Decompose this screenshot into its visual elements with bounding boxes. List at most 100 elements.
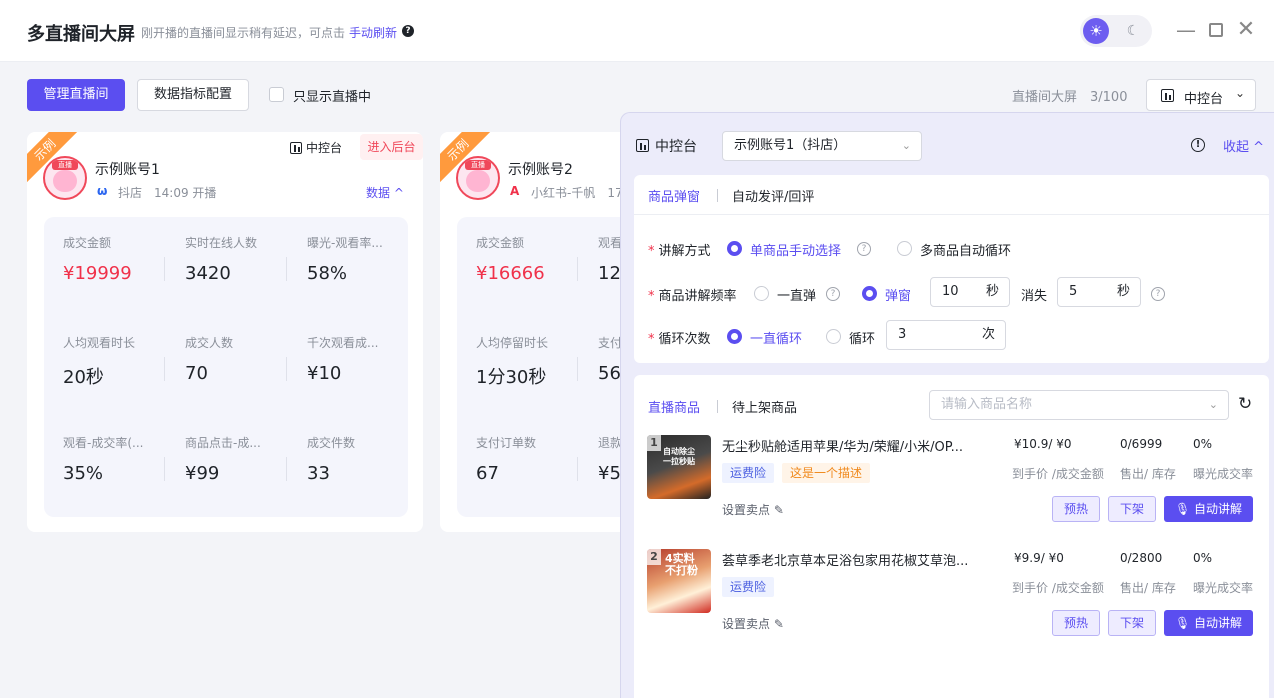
- info-icon[interactable]: !: [1191, 138, 1205, 152]
- page-title: 多直播间大屏: [27, 24, 135, 45]
- refresh-icon[interactable]: ↻: [1238, 395, 1252, 413]
- enter-backend-button[interactable]: 进入后台: [360, 134, 423, 160]
- metric: 实时在线人数 3420: [185, 236, 258, 284]
- card-control-console[interactable]: 中控台: [290, 139, 342, 156]
- loop-count-input[interactable]: 3次: [886, 320, 1006, 350]
- rate-value: 0%: [1193, 437, 1213, 451]
- rate-label: 曝光成交率: [1193, 467, 1254, 481]
- radio-always-popup[interactable]: [754, 286, 769, 301]
- auto-explain-button[interactable]: 🎙 自动讲解: [1164, 610, 1253, 636]
- warmup-button[interactable]: 预热: [1052, 610, 1100, 636]
- radio-loop-forever[interactable]: [727, 329, 742, 344]
- help-icon[interactable]: ?: [402, 25, 414, 37]
- price-value: ¥10.9/ ¥0: [1014, 437, 1072, 451]
- radio-multi-auto-label[interactable]: 多商品自动循环: [920, 240, 1011, 259]
- metric: 成交金额 ¥16666: [476, 236, 545, 284]
- tag-description: 这是一个描述: [782, 463, 871, 483]
- radio-always-popup-label[interactable]: 一直弹: [777, 285, 816, 304]
- metric: 成交金额 ¥19999: [63, 236, 132, 284]
- rate-label: 曝光成交率: [1193, 581, 1254, 595]
- control-console-select[interactable]: 中控台 ⌄: [1146, 79, 1256, 111]
- rate-value: 0%: [1193, 551, 1213, 565]
- product-thumbnail[interactable]: 1 自动除尘 一拉秒贴: [647, 435, 711, 499]
- radio-multi-auto[interactable]: [897, 241, 912, 256]
- offshelf-button[interactable]: 下架: [1108, 610, 1156, 636]
- metrics-panel: 成交金额 ¥19999 实时在线人数 3420 曝光-观看率... 58% 人均…: [44, 217, 408, 517]
- product-thumbnail[interactable]: 2 4实料 不打粉: [647, 549, 711, 613]
- xiaohongshu-icon: A: [510, 184, 520, 198]
- sales-label: 售出/ 库存: [1120, 467, 1176, 481]
- screen-count: 直播间大屏 3/100: [1012, 90, 1128, 105]
- metric: 人均观看时长 20秒: [63, 336, 136, 388]
- control-console-label: 中控台: [1184, 92, 1224, 107]
- only-live-checkbox[interactable]: [269, 87, 284, 102]
- console-icon: [1161, 89, 1174, 102]
- popup-seconds-input[interactable]: 10 秒: [930, 277, 1010, 307]
- control-console-panel: 中控台 示例账号1（抖店） ⌄ ! 收起 ^ 商品弹窗 自动发评/回评 * 讲解方…: [620, 112, 1274, 698]
- tag-freight-insurance: 运费险: [722, 463, 775, 483]
- maximize-icon[interactable]: [1206, 20, 1226, 40]
- loop-count-label: * 循环次数: [648, 332, 711, 347]
- radio-popup-label[interactable]: 弹窗: [885, 285, 911, 304]
- avatar: 直播: [456, 156, 500, 200]
- product-search-input[interactable]: 请输入商品名称 ⌄: [929, 390, 1229, 420]
- platform-info: 小红书-千帆 17: [531, 186, 623, 200]
- set-selling-point-button[interactable]: 设置卖点 ✎: [722, 615, 784, 632]
- sun-icon[interactable]: ☀: [1083, 18, 1109, 44]
- tab-auto-comment[interactable]: 自动发评/回评: [732, 186, 814, 205]
- metric: 成交人数 70: [185, 336, 234, 384]
- product-row: 1 自动除尘 一拉秒贴 无尘秒贴舱适用苹果/华为/荣耀/小米/OP... 运费险…: [634, 429, 1269, 539]
- account-select[interactable]: 示例账号1（抖店） ⌄: [722, 131, 922, 161]
- set-selling-point-button[interactable]: 设置卖点 ✎: [722, 501, 784, 518]
- data-toggle[interactable]: 数据 ^: [366, 184, 404, 201]
- tab-bar: 商品弹窗 自动发评/回评: [634, 175, 1269, 215]
- warmup-button[interactable]: 预热: [1052, 496, 1100, 522]
- question-icon[interactable]: ?: [826, 287, 840, 301]
- sales-value: 0/2800: [1120, 551, 1163, 565]
- account-name: 示例账号2: [508, 162, 573, 178]
- radio-single-manual-label[interactable]: 单商品手动选择: [750, 240, 841, 259]
- metric: 支付订单数 67: [476, 436, 537, 484]
- product-title: 无尘秒贴舱适用苹果/华为/荣耀/小米/OP...: [722, 440, 963, 455]
- metric: 成交件数 33: [307, 436, 356, 484]
- sales-label: 售出/ 库存: [1120, 581, 1176, 595]
- vanish-seconds-input[interactable]: 5秒: [1057, 277, 1141, 307]
- chevron-down-icon: ⌄: [901, 139, 911, 152]
- console-icon: [636, 139, 649, 152]
- offshelf-button[interactable]: 下架: [1108, 496, 1156, 522]
- tag-freight-insurance: 运费险: [722, 577, 775, 597]
- price-label: 到手价 /成交金额: [1012, 581, 1104, 595]
- radio-loop-count[interactable]: [826, 329, 841, 344]
- metric: 观看-成交率(... 35%: [63, 436, 144, 484]
- frequency-label: * 商品讲解频率: [648, 289, 737, 304]
- metric: 人均停留时长 1分30秒: [476, 336, 549, 388]
- manage-live-rooms-button[interactable]: 管理直播间: [27, 79, 125, 111]
- question-icon[interactable]: ?: [857, 242, 871, 256]
- tab-product-popup[interactable]: 商品弹窗: [648, 186, 700, 205]
- metric: 商品点击-成... ¥99: [185, 436, 261, 484]
- account-name: 示例账号1: [95, 162, 160, 178]
- vanish-label: 消失: [1021, 289, 1048, 304]
- product-row: 2 4实料 不打粉 荟草季老北京草本足浴包家用花椒艾草泡... 运费险 设置卖点…: [634, 543, 1269, 653]
- theme-toggle[interactable]: ☀ ☾: [1080, 15, 1152, 47]
- metrics-config-button[interactable]: 数据指标配置: [137, 79, 249, 111]
- radio-loop-count-label[interactable]: 循环: [849, 328, 875, 347]
- live-room-card: 示例 中控台 进入后台 直播 示例账号1 ω 抖店 14:09 开播 数据 ^ …: [27, 132, 423, 532]
- auto-explain-button[interactable]: 🎙 自动讲解: [1164, 496, 1253, 522]
- question-icon[interactable]: ?: [1151, 287, 1165, 301]
- collapse-button[interactable]: 收起 ^: [1223, 136, 1264, 155]
- chevron-down-icon: ⌄: [1208, 398, 1218, 411]
- minimize-icon[interactable]: —: [1176, 20, 1196, 40]
- close-icon[interactable]: ✕: [1236, 19, 1256, 41]
- manual-refresh-link[interactable]: 手动刷新: [349, 24, 397, 41]
- sales-value: 0/6999: [1120, 437, 1163, 451]
- explain-mode-label: * 讲解方式: [648, 244, 711, 259]
- radio-popup[interactable]: [862, 286, 877, 301]
- tab-live-products[interactable]: 直播商品: [648, 397, 700, 416]
- only-live-label[interactable]: 只显示直播中: [293, 86, 371, 105]
- moon-icon[interactable]: ☾: [1120, 18, 1146, 44]
- title-bar: 多直播间大屏 刚开播的直播间显示稍有延迟，可点击 手动刷新 ? ☀ ☾ — ✕: [0, 0, 1274, 62]
- radio-single-manual[interactable]: [727, 241, 742, 256]
- radio-loop-forever-label[interactable]: 一直循环: [750, 328, 802, 347]
- tab-pending-products[interactable]: 待上架商品: [732, 397, 797, 416]
